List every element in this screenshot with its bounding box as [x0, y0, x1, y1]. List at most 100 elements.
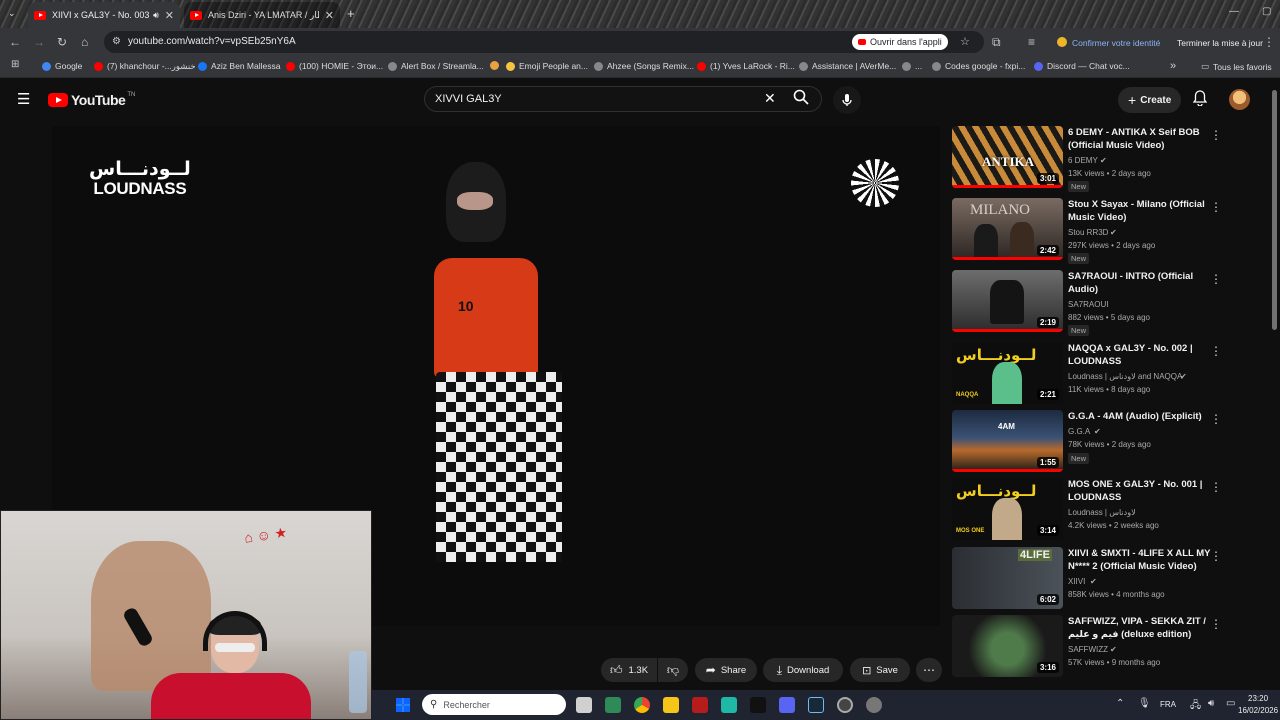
bookmark-item[interactable]: Alert Box / Streamla... [388, 61, 484, 71]
clear-search-icon[interactable]: ✕ [764, 90, 776, 107]
video-title[interactable]: Stou X Sayax - Milano (Official Music Vi… [1068, 198, 1218, 224]
address-bar[interactable]: ⚙︎ youtube.com/watch?v=vpSEb25nY6A Ouvri… [104, 31, 984, 53]
recommendation-card[interactable]: 4AM 1:55 G.G.A - 4AM (Audio) (Explicit) … [952, 410, 1257, 476]
video-title[interactable]: XIIVI & SMXTI - 4LIFE X ALL MY N**** 2 (… [1068, 547, 1218, 573]
video-title[interactable]: G.G.A - 4AM (Audio) (Explicit) [1068, 410, 1218, 423]
save-button[interactable]: ⊡ Save [850, 658, 910, 682]
more-bookmarks-icon[interactable]: » [1170, 60, 1176, 72]
bookmark-item[interactable]: Codes google - fxpi... [932, 61, 1025, 71]
discord-icon[interactable] [779, 697, 795, 713]
page-scrollbar[interactable] [1272, 90, 1277, 330]
more-actions-button[interactable]: ⋯ [916, 658, 942, 682]
app-icon[interactable] [750, 697, 766, 713]
url-text[interactable]: youtube.com/watch?v=vpSEb25nY6A [128, 36, 296, 47]
video-thumbnail[interactable]: 2:19 [952, 270, 1063, 332]
battery-icon[interactable]: ▭ [1226, 698, 1235, 709]
channel-name[interactable]: Stou RR3D [1068, 228, 1108, 237]
new-tab-button[interactable]: + [347, 6, 355, 21]
windows-start-icon[interactable] [396, 698, 410, 712]
search-box[interactable]: XIVVI GAL3Y ✕ [424, 86, 822, 112]
video-title[interactable]: SAFFWIZZ, VIPA - SEKKA ZIT / فيم و عليم … [1068, 615, 1218, 641]
media-controls-icon[interactable]: ≡ [1028, 36, 1035, 48]
reload-icon[interactable]: ↻ [57, 36, 67, 48]
more-vertical-icon[interactable]: ⋮ [1210, 480, 1222, 494]
clock-time[interactable]: 23:20 [1248, 694, 1268, 703]
all-favorites-folder[interactable]: ▭ Tous les favoris [1201, 61, 1272, 72]
bookmark-item[interactable]: Discord — Chat voc... [1034, 61, 1130, 71]
more-vertical-icon[interactable]: ⋮ [1210, 549, 1222, 563]
bookmark-star-icon[interactable]: ☆ [960, 35, 970, 48]
bookmark-item[interactable]: Emoji People an... [506, 61, 588, 71]
video-title[interactable]: MOS ONE x GAL3Y - No. 001 | LOUDNASS [1068, 478, 1218, 504]
video-thumbnail[interactable]: 4LIFE 6:02 [952, 547, 1063, 609]
bookmark-item[interactable]: (7) khanchour -...خنشور [94, 61, 196, 72]
video-thumbnail[interactable]: 3:16 [952, 615, 1063, 677]
profile-avatar-small[interactable] [1057, 37, 1067, 47]
more-vertical-icon[interactable]: ⋮ [1210, 128, 1222, 142]
bookmark-item[interactable]: Assistance | AVerMe... [799, 61, 896, 71]
voice-search-icon[interactable] [833, 86, 861, 114]
confirm-identity-link[interactable]: Confirmer votre identité [1072, 38, 1160, 48]
file-explorer-icon[interactable] [663, 697, 679, 713]
bookmark-item[interactable]: ... [902, 61, 922, 71]
notifications-bell-icon[interactable] [1192, 90, 1208, 111]
recommendation-card[interactable]: لــودنـــاس MOS ONE 3:14 MOS ONE x GAL3Y… [952, 478, 1257, 544]
channel-name[interactable]: Loudnass | لاودناس and NAQQA [1068, 372, 1182, 381]
tab-inactive[interactable]: Anis Dziri - YA LMATAR / المطار ✕ [184, 2, 340, 28]
share-button[interactable]: ➦ Share [695, 658, 757, 682]
download-button[interactable]: ⤓ Download [763, 658, 843, 682]
bookmark-item[interactable]: (100) HOMIE - Этои... [286, 61, 383, 71]
chrome-icon[interactable] [634, 697, 650, 713]
recommendation-card[interactable]: 2:19 SA7RAOUI - INTRO (Official Audio) S… [952, 270, 1257, 336]
video-thumbnail[interactable]: MILANO 2:42 [952, 198, 1063, 260]
channel-name[interactable]: SAFFWIZZ [1068, 645, 1108, 654]
search-input[interactable]: XIVVI GAL3Y [435, 93, 502, 105]
apps-grid-icon[interactable]: ⊞ [11, 59, 19, 70]
forward-icon[interactable]: → [33, 36, 45, 48]
video-thumbnail[interactable]: لــودنـــاس NAQQA 2:21 [952, 342, 1063, 404]
bookmark-item[interactable]: (1) Yves LaRock - Ri... [697, 61, 795, 71]
video-thumbnail[interactable]: ANTIKA 3:01 [952, 126, 1063, 188]
bookmark-item[interactable]: Aziz Ben Mallessa [198, 61, 280, 71]
tab-close-icon[interactable]: ✕ [325, 9, 334, 22]
home-icon[interactable]: ⌂ [81, 36, 88, 48]
tab-search-chevron-icon[interactable]: ⌄ [8, 8, 16, 19]
extensions-icon[interactable]: ⧉ [992, 36, 1001, 48]
clock-date[interactable]: 16/02/2026 [1238, 706, 1278, 715]
bookmark-item[interactable]: Google [42, 61, 82, 71]
taskbar-search[interactable]: ⚲ Rechercher [422, 694, 566, 715]
volume-icon[interactable]: 🔊︎ [1208, 698, 1214, 709]
tab-active[interactable]: XIIVI x GAL3Y - No. 003 | LOUDNASS 🔊︎ ✕ [28, 2, 180, 28]
app-icon[interactable] [692, 697, 708, 713]
channel-name[interactable]: G.G.A [1068, 427, 1090, 436]
menu-dots-icon[interactable]: ⋮ [1263, 36, 1275, 48]
network-icon[interactable]: 🖧︎ [1190, 698, 1201, 715]
more-vertical-icon[interactable]: ⋮ [1210, 617, 1222, 631]
channel-name[interactable]: XIIVI [1068, 577, 1085, 586]
video-thumbnail[interactable]: لــودنـــاس MOS ONE 3:14 [952, 478, 1063, 540]
channel-name[interactable]: 6 DEMY [1068, 156, 1098, 165]
recommendation-card[interactable]: ANTIKA 3:01 6 DEMY - ANTIKA X Seif BOB (… [952, 126, 1257, 192]
more-vertical-icon[interactable]: ⋮ [1210, 200, 1222, 214]
bookmark-item[interactable] [490, 61, 503, 70]
account-avatar[interactable] [1229, 89, 1250, 110]
video-title[interactable]: SA7RAOUI - INTRO (Official Audio) [1068, 270, 1218, 296]
site-settings-icon[interactable]: ⚙︎ [112, 36, 121, 47]
app-icon[interactable] [837, 697, 853, 713]
more-vertical-icon[interactable]: ⋮ [1210, 412, 1222, 426]
maximize-icon[interactable]: ▢ [1262, 6, 1271, 17]
minimize-icon[interactable]: — [1229, 6, 1239, 17]
channel-name[interactable]: SA7RAOUI [1068, 300, 1108, 309]
recommendation-card[interactable]: لــودنـــاس NAQQA 2:21 NAQQA x GAL3Y - N… [952, 342, 1257, 408]
task-view-icon[interactable] [576, 697, 592, 713]
video-title[interactable]: NAQQA x GAL3Y - No. 002 | LOUDNASS [1068, 342, 1218, 368]
bookmark-item[interactable]: Ahzee (Songs Remix... [594, 61, 694, 71]
hamburger-menu-icon[interactable]: ☰ [17, 90, 30, 108]
video-thumbnail[interactable]: 4AM 1:55 [952, 410, 1063, 472]
search-icon[interactable] [793, 89, 811, 107]
more-vertical-icon[interactable]: ⋮ [1210, 344, 1222, 358]
create-button[interactable]: + Create [1118, 87, 1182, 113]
back-icon[interactable]: ← [9, 36, 21, 48]
settings-icon[interactable] [866, 697, 882, 713]
tray-chevron-icon[interactable]: ⌃ [1116, 698, 1124, 709]
